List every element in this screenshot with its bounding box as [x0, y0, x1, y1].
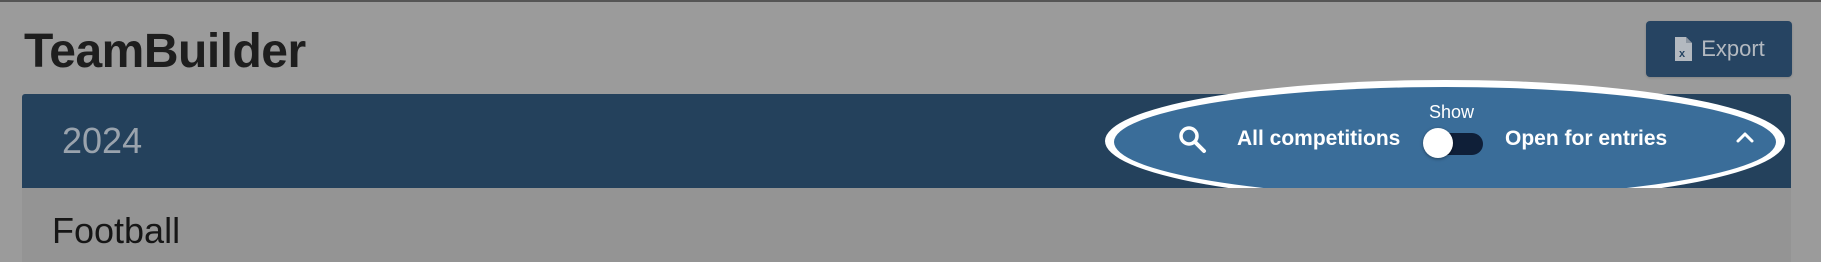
- sport-label: Football: [52, 210, 181, 251]
- open-for-entries-label[interactable]: Open for entries: [1505, 127, 1667, 151]
- all-competitions-label[interactable]: All competitions: [1237, 127, 1400, 151]
- year-label: 2024: [62, 120, 143, 161]
- filter-controls: All competitions Show Open for entries: [1105, 80, 1785, 202]
- search-icon[interactable]: [1178, 125, 1208, 160]
- toggle-knob: [1423, 128, 1453, 158]
- page-title: TeamBuilder: [24, 25, 306, 78]
- excel-file-icon: x: [1673, 36, 1693, 62]
- export-label: Export: [1701, 36, 1765, 61]
- chevron-up-icon[interactable]: [1735, 130, 1755, 149]
- export-button[interactable]: x Export: [1646, 21, 1792, 77]
- toggle-caption: Show: [1429, 102, 1475, 122]
- open-for-entries-toggle[interactable]: [1423, 128, 1487, 158]
- svg-text:x: x: [1679, 48, 1686, 60]
- list-item[interactable]: Football: [22, 188, 1791, 262]
- page: TeamBuilder x Export 2024 All competitio…: [0, 0, 1821, 262]
